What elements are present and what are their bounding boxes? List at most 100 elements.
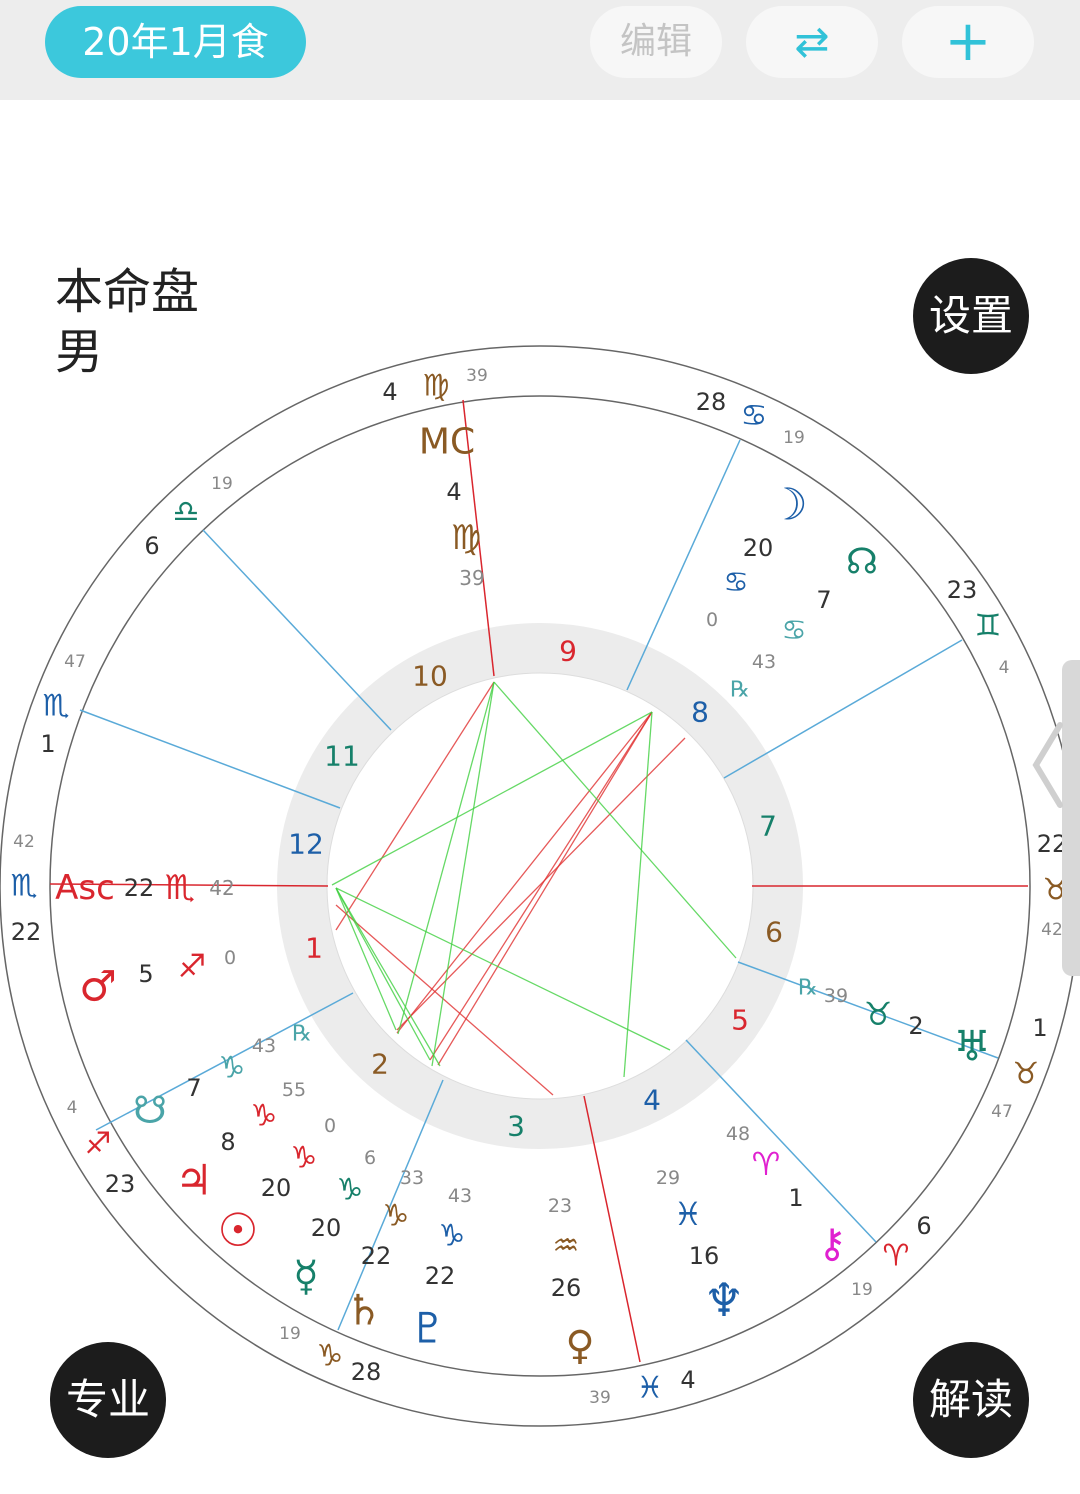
asc-minute: 42 bbox=[209, 876, 234, 900]
swap-icon[interactable]: ⇄ bbox=[746, 6, 878, 78]
cusp-minute: 42 bbox=[1041, 920, 1063, 940]
cusp-minute: 4 bbox=[67, 1098, 78, 1118]
chart-wheel: 1234567891011124 ♍ 3928 ♋1923♊422♉421♉476♈1… bbox=[0, 345, 1080, 1427]
planet-degree: 1 bbox=[788, 1184, 803, 1212]
planet-sign-glyph: ♒ bbox=[553, 1229, 580, 1264]
planet-degree: 2 bbox=[908, 1012, 923, 1040]
planet-glyph: ☊ bbox=[846, 542, 878, 583]
planet-glyph: ♃ bbox=[175, 1156, 213, 1205]
cusp-degree: 22 bbox=[11, 918, 42, 946]
cusp-degree: 1 bbox=[40, 730, 55, 758]
mc-degree: 4 bbox=[446, 478, 461, 506]
planet-minute: 6 bbox=[364, 1147, 376, 1169]
planet-minute: 55 bbox=[282, 1079, 306, 1101]
chevron-left-icon[interactable] bbox=[1030, 720, 1066, 810]
planet-degree: 26 bbox=[551, 1274, 582, 1302]
cusp-sign-glyph: ♏ bbox=[43, 689, 70, 724]
planet-minute: 48 bbox=[726, 1123, 750, 1145]
planet-glyph: ♅ bbox=[953, 1022, 991, 1071]
mc-minute: 39 bbox=[459, 566, 484, 590]
house-number: 4 bbox=[643, 1084, 661, 1117]
cusp-sign-glyph: ♈ bbox=[883, 1239, 910, 1274]
pro-button[interactable]: 专业 bbox=[50, 1342, 166, 1458]
planet-glyph: ☽ bbox=[768, 480, 807, 531]
house-cusp-line bbox=[202, 529, 392, 731]
planet-sign-glyph: ♈ bbox=[752, 1145, 781, 1183]
cusp-degree: 23 bbox=[105, 1170, 136, 1198]
house-cusp-line bbox=[685, 1039, 877, 1243]
planet-glyph: ☋ bbox=[133, 1088, 167, 1132]
planet-minute: 43 bbox=[752, 651, 776, 673]
planet-degree: 7 bbox=[186, 1074, 201, 1102]
cusp-minute: 19 bbox=[851, 1280, 873, 1300]
cusp-minute: 47 bbox=[991, 1102, 1013, 1122]
cusp-sign-glyph: ♐ bbox=[85, 1127, 112, 1162]
asc-degree: 22 bbox=[124, 874, 155, 902]
planet-glyph: ♂ bbox=[79, 962, 117, 1011]
cusp-minute: 39 bbox=[589, 1388, 611, 1408]
planet-sign-glyph: ♑ bbox=[219, 1051, 246, 1086]
chart-title-button[interactable]: 20年1月食 bbox=[45, 6, 306, 78]
planet-sign-glyph: ♋ bbox=[781, 614, 806, 647]
retrograde-marker: ℞ bbox=[292, 1022, 312, 1047]
house-number: 1 bbox=[305, 932, 323, 965]
planet-degree: 22 bbox=[425, 1262, 456, 1290]
cusp-minute: 19 bbox=[211, 474, 233, 494]
cusp-degree: 28 bbox=[351, 1358, 382, 1386]
cusp-minute: 39 bbox=[466, 366, 488, 386]
planet-minute: 0 bbox=[224, 947, 236, 969]
cusp-degree: 6 bbox=[916, 1212, 931, 1240]
planet-degree: 20 bbox=[311, 1214, 342, 1242]
planet-sign-glyph: ♑ bbox=[291, 1141, 318, 1176]
mc-label: MC bbox=[419, 422, 475, 463]
planet-sign-glyph: ♋ bbox=[723, 566, 748, 599]
planet-sign-glyph: ♓ bbox=[674, 1195, 703, 1233]
planet-glyph: ☿ bbox=[293, 1252, 319, 1301]
house-number: 11 bbox=[324, 740, 360, 773]
mc-sign-glyph: ♍ bbox=[451, 518, 481, 558]
planet-degree: 5 bbox=[138, 960, 153, 988]
house-number: 8 bbox=[691, 696, 709, 729]
cusp-sign-glyph: ♑ bbox=[317, 1339, 344, 1374]
asc-label: Asc bbox=[55, 868, 115, 908]
add-icon[interactable]: + bbox=[902, 6, 1034, 78]
house-number: 2 bbox=[371, 1048, 389, 1081]
cusp-minute: 19 bbox=[783, 428, 805, 448]
planet-minute: 43 bbox=[252, 1035, 276, 1057]
house-number: 10 bbox=[412, 660, 448, 693]
planet-degree: 20 bbox=[261, 1174, 292, 1202]
house-cusp-line bbox=[79, 709, 341, 809]
cusp-sign-glyph: ♉ bbox=[1013, 1057, 1040, 1092]
cusp-degree: 4 bbox=[382, 378, 397, 406]
house-number: 5 bbox=[731, 1004, 749, 1037]
planet-minute: 33 bbox=[400, 1167, 424, 1189]
planet-minute: 0 bbox=[324, 1115, 336, 1137]
planet-minute: 43 bbox=[448, 1185, 472, 1207]
cusp-degree: 1 bbox=[1032, 1014, 1047, 1042]
planet-sign-glyph: ♑ bbox=[337, 1173, 364, 1208]
edit-button[interactable]: 编辑 bbox=[590, 6, 722, 78]
retrograde-marker: ℞ bbox=[798, 976, 818, 1001]
cusp-minute: 4 bbox=[999, 658, 1010, 678]
house-number: 6 bbox=[765, 916, 783, 949]
cusp-sign-glyph: ♎ bbox=[173, 495, 200, 530]
cusp-minute: 42 bbox=[13, 832, 35, 852]
cusp-sign-glyph: ♊ bbox=[975, 609, 1002, 644]
planet-minute: 0 bbox=[706, 609, 718, 631]
interpret-button[interactable]: 解读 bbox=[913, 1342, 1029, 1458]
side-drawer-handle[interactable] bbox=[1062, 660, 1080, 976]
planet-minute: 29 bbox=[656, 1167, 680, 1189]
cusp-degree: 23 bbox=[947, 576, 978, 604]
house-number: 12 bbox=[288, 828, 324, 861]
house-number: 9 bbox=[559, 635, 577, 668]
planet-sign-glyph: ♉ bbox=[864, 995, 893, 1033]
planet-sign-glyph: ♐ bbox=[178, 947, 207, 985]
planet-degree: 8 bbox=[220, 1128, 235, 1156]
planet-glyph: ⚷ bbox=[817, 1221, 846, 1267]
cusp-sign-glyph: ♍ bbox=[423, 369, 450, 404]
cusp-degree: 28 bbox=[696, 388, 727, 416]
planet-glyph: ☉ bbox=[217, 1203, 258, 1257]
cusp-sign-glyph: ♓ bbox=[637, 1371, 664, 1406]
planet-degree: 7 bbox=[816, 586, 831, 614]
planet-minute: 39 bbox=[824, 985, 848, 1007]
